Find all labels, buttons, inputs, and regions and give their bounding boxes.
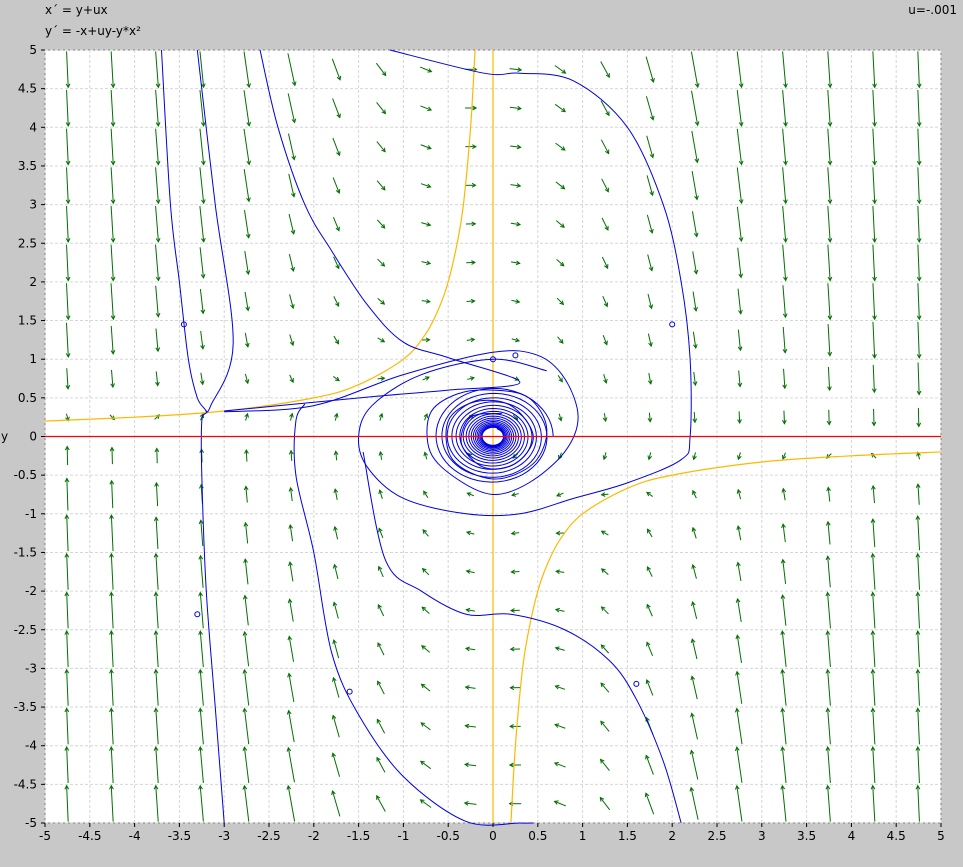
y-tick-label: 0: [29, 430, 37, 444]
y-tick-label: 1.5: [18, 314, 37, 328]
x-tick-label: -3.5: [168, 829, 191, 843]
y-tick-label: 3: [29, 198, 37, 212]
x-tick-label: -3: [218, 829, 230, 843]
x-tick-label: -4: [129, 829, 141, 843]
x-tick-label: -1: [397, 829, 409, 843]
y-tick-label: -3: [25, 661, 37, 675]
x-tick-label: -2.5: [257, 829, 280, 843]
x-tick-label: 2.5: [707, 829, 726, 843]
y-tick-label: -0.5: [14, 468, 37, 482]
y-axis-label: y: [1, 430, 8, 444]
y-tick-label: -3.5: [14, 700, 37, 714]
x-tick-label: 2: [668, 829, 676, 843]
y-tick-label: 4: [29, 120, 37, 134]
x-tick-label: -0.5: [436, 829, 459, 843]
y-tick-label: 2.5: [18, 236, 37, 250]
y-tick-label: -5: [25, 816, 37, 830]
y-tick-label: 2: [29, 275, 37, 289]
x-tick-label: 5: [937, 829, 945, 843]
x-tick-label: 3.5: [797, 829, 816, 843]
y-tick-label: -1.5: [14, 545, 37, 559]
x-tick-label: 4: [848, 829, 856, 843]
x-tick-label: 1.5: [618, 829, 637, 843]
y-tick-label: 5: [29, 43, 37, 57]
x-tick-label: 0: [489, 829, 497, 843]
x-tick-label: 4.5: [887, 829, 906, 843]
phase-plot[interactable]: -5 -4.5 -4 -3.5 -3 -2.5 -2 -1.5 -1 -0.5 0 0.5 1 1.5 2 2…: [0, 0, 963, 867]
x-tick-label: 1: [579, 829, 587, 843]
y-tick-label: -1: [25, 507, 37, 521]
x-tick-label: 0.5: [528, 829, 547, 843]
y-tick-label: -4.5: [14, 777, 37, 791]
x-tick-label: 3: [758, 829, 766, 843]
y-tick-label: -2.5: [14, 623, 37, 637]
y-tick-label: 4.5: [18, 82, 37, 96]
x-tick-label: -1.5: [347, 829, 370, 843]
x-tick-label: -2: [308, 829, 320, 843]
y-tick-label: 3.5: [18, 159, 37, 173]
y-tick-label: 1: [29, 352, 37, 366]
y-tick-label: 0.5: [18, 391, 37, 405]
x-tick-label: -5: [39, 829, 51, 843]
x-tick-label: -4.5: [78, 829, 101, 843]
y-tick-label: -2: [25, 584, 37, 598]
y-tick-label: -4: [25, 739, 37, 753]
